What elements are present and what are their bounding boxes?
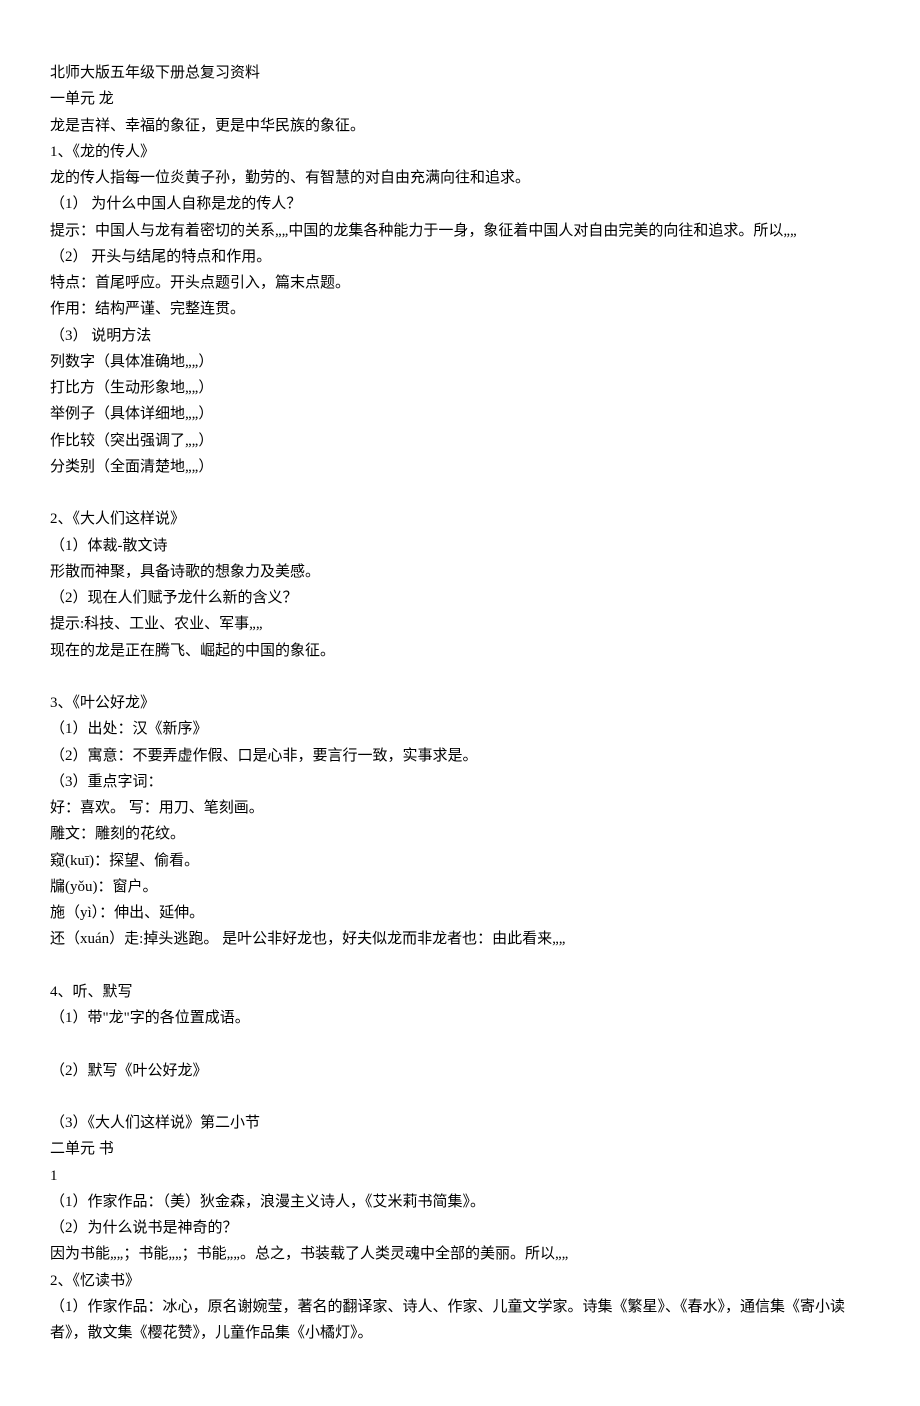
text-line <box>50 664 870 690</box>
text-line: 北师大版五年级下册总复习资料 <box>50 60 870 86</box>
text-line: 一单元 龙 <box>50 86 870 112</box>
text-line: 作用：结构严谨、完整连贯。 <box>50 296 870 322</box>
text-line: 施（yì）：伸出、延伸。 <box>50 900 870 926</box>
text-line: 牖(yǒu)：窗户。 <box>50 874 870 900</box>
text-line: （1）出处：汉《新序》 <box>50 716 870 742</box>
text-line: 还（xuán）走:掉头逃跑。 是叶公非好龙也，好夫似龙而非龙者也：由此看来„„ <box>50 926 870 952</box>
text-line: 1 <box>50 1163 870 1189</box>
text-line: （2）为什么说书是神奇的？ <box>50 1215 870 1241</box>
text-line: 4、听、默写 <box>50 979 870 1005</box>
text-line: 2、《忆读书》 <box>50 1268 870 1294</box>
text-line: 二单元 书 <box>50 1136 870 1162</box>
text-line: 打比方（生动形象地„„） <box>50 375 870 401</box>
text-line: 提示：中国人与龙有着密切的关系„„中国的龙集各种能力于一身，象征着中国人对自由完… <box>50 218 870 244</box>
text-line: 举例子（具体详细地„„） <box>50 401 870 427</box>
text-line: 1、《龙的传人》 <box>50 139 870 165</box>
text-line: 形散而神聚，具备诗歌的想象力及美感。 <box>50 559 870 585</box>
text-line: 窥(kuī)：探望、偷看。 <box>50 848 870 874</box>
text-line: 龙的传人指每一位炎黄子孙，勤劳的、有智慧的对自由充满向往和追求。 <box>50 165 870 191</box>
text-line: 作比较（突出强调了„„） <box>50 428 870 454</box>
text-line: （1）体裁-散文诗 <box>50 533 870 559</box>
text-line <box>50 480 870 506</box>
text-line: （1）带"龙"字的各位置成语。 <box>50 1005 870 1031</box>
text-line: （3）《大人们这样说》第二小节 <box>50 1110 870 1136</box>
text-line: （1） 为什么中国人自称是龙的传人？ <box>50 191 870 217</box>
text-line: 2、《大人们这样说》 <box>50 506 870 532</box>
text-line: 龙是吉祥、幸福的象征，更是中华民族的象征。 <box>50 113 870 139</box>
text-line: 现在的龙是正在腾飞、崛起的中国的象征。 <box>50 638 870 664</box>
text-line: （2）寓意：不要弄虚作假、口是心非，要言行一致，实事求是。 <box>50 743 870 769</box>
text-line: 提示:科技、工业、农业、军事„„ <box>50 611 870 637</box>
text-line: 分类别（全面清楚地„„） <box>50 454 870 480</box>
text-line: 3、《叶公好龙》 <box>50 690 870 716</box>
text-line: （1）作家作品：（美）狄金森，浪漫主义诗人，《艾米莉书简集》。 <box>50 1189 870 1215</box>
text-line: （2）现在人们赋予龙什么新的含义？ <box>50 585 870 611</box>
text-line: 因为书能„„；书能„„；书能„„。总之，书装载了人类灵魂中全部的美丽。所以„„ <box>50 1241 870 1267</box>
text-line: 好：喜欢。 写：用刀、笔刻画。 <box>50 795 870 821</box>
text-line: （2）默写《叶公好龙》 <box>50 1058 870 1084</box>
text-line: （2） 开头与结尾的特点和作用。 <box>50 244 870 270</box>
text-line: 特点：首尾呼应。开头点题引入，篇末点题。 <box>50 270 870 296</box>
text-line <box>50 1031 870 1057</box>
text-line: 雕文：雕刻的花纹。 <box>50 821 870 847</box>
text-line: 列数字（具体准确地„„） <box>50 349 870 375</box>
text-line <box>50 1084 870 1110</box>
text-line: （3） 说明方法 <box>50 323 870 349</box>
text-line <box>50 953 870 979</box>
text-line: （3）重点字词： <box>50 769 870 795</box>
